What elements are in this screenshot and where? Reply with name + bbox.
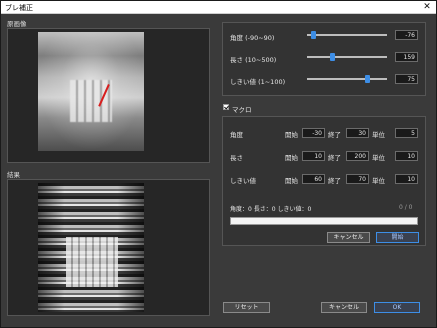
length-label: 長さ (10~500)	[230, 56, 277, 64]
macro-angle-end-label: 終了	[328, 131, 341, 139]
macro-length-end-label: 終了	[328, 154, 341, 162]
macro-angle-step-input[interactable]: 5	[395, 128, 418, 138]
window-title: ブレ補正	[5, 4, 33, 12]
macro-angle-end-input[interactable]: 30	[346, 128, 369, 138]
macro-threshold-end-label: 終了	[328, 177, 341, 185]
macro-length-label: 長さ	[230, 154, 243, 162]
threshold-slider-thumb[interactable]	[365, 75, 370, 83]
macro-angle-start-input[interactable]: -30	[302, 128, 325, 138]
macro-angle-start-label: 開始	[285, 131, 298, 139]
macro-threshold-step-label: 単位	[372, 177, 385, 185]
macro-length-start-label: 開始	[285, 154, 298, 162]
macro-checkbox[interactable]	[223, 104, 229, 110]
macro-length-end-input[interactable]: 200	[346, 151, 369, 161]
macro-length-step-input[interactable]: 10	[395, 151, 418, 161]
angle-slider-thumb[interactable]	[311, 31, 317, 39]
macro-angle-label: 角度	[230, 131, 243, 139]
macro-cancel-button[interactable]: キャンセル	[327, 232, 370, 243]
angle-slider[interactable]	[307, 31, 387, 39]
macro-threshold-label: しきい値	[230, 177, 256, 185]
macro-angle-step-label: 単位	[372, 131, 385, 139]
cancel-button[interactable]: キャンセル	[321, 302, 367, 313]
macro-progress-bar	[230, 217, 418, 225]
macro-start-button[interactable]: 開始	[376, 232, 419, 243]
length-input[interactable]: 159	[395, 52, 418, 62]
macro-length-step-label: 単位	[372, 154, 385, 162]
macro-progress-counter: 0 / 0	[399, 204, 413, 211]
angle-label: 角度 (-90~90)	[230, 34, 275, 42]
threshold-label: しきい値 (1~100)	[230, 78, 286, 86]
threshold-slider[interactable]	[307, 75, 387, 83]
macro-status-text: 角度：0 長さ：0 しきい値：0	[230, 206, 312, 213]
close-icon[interactable]: ✕	[420, 1, 434, 13]
ok-button[interactable]: OK	[374, 302, 420, 313]
source-image[interactable]	[38, 32, 144, 151]
macro-length-start-input[interactable]: 10	[302, 151, 325, 161]
macro-threshold-start-input[interactable]: 60	[302, 174, 325, 184]
macro-threshold-step-input[interactable]: 10	[395, 174, 418, 184]
result-image	[38, 183, 144, 312]
length-slider-thumb[interactable]	[329, 53, 335, 61]
blur-correction-dialog: ブレ補正 ✕ 原画像 結果 角度 (-90~90) -76 長さ (10~500…	[0, 0, 437, 328]
macro-label: マクロ	[232, 106, 252, 114]
title-bar: ブレ補正 ✕	[1, 1, 436, 14]
angle-input[interactable]: -76	[395, 30, 418, 40]
length-slider[interactable]	[307, 53, 387, 61]
reset-button[interactable]: リセット	[223, 302, 270, 313]
result-image-label: 結果	[7, 171, 20, 179]
threshold-input[interactable]: 75	[395, 74, 418, 84]
macro-threshold-start-label: 開始	[285, 177, 298, 185]
source-image-label: 原画像	[7, 20, 27, 28]
macro-threshold-end-input[interactable]: 70	[346, 174, 369, 184]
